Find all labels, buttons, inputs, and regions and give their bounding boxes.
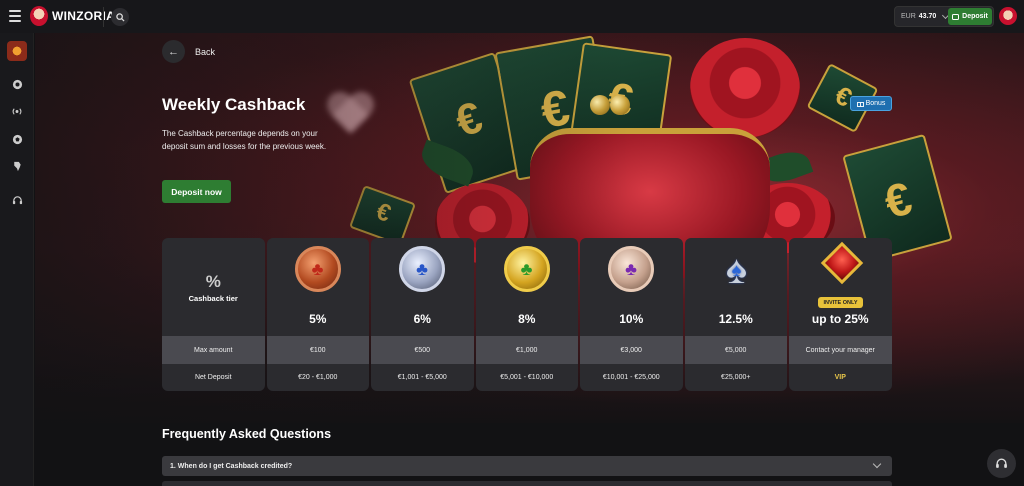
silver-coin-icon: ♣ [399,246,445,292]
headset-icon [996,458,1007,468]
chevron-down-icon [872,459,882,469]
currency-label: EUR [901,13,916,20]
rose-gold-coin-icon: ♣ [608,246,654,292]
net-deposit-label: Net Deposit [194,374,232,381]
tier-card: ♣ 8% €1,000 €5,001 - €10,000 [475,238,578,391]
bronze-coin-icon: ♣ [294,246,341,292]
sidebar-africa-icon[interactable] [11,161,23,173]
tier-card: ♣ 6% €500 €1,001 - €5,000 [371,238,474,391]
cashback-tiers-table: % Cashback tier Max amount Net Deposit ♣… [162,238,892,391]
tier-percent: 10% [619,312,644,326]
tier-max-amount: €1,000 [475,336,578,364]
tier-net-deposit: €25,000+ [721,374,751,381]
wallet-icon [952,13,960,20]
faq-item-number: 1. [170,462,176,470]
faq-title: Frequently Asked Questions [162,427,332,441]
back-button[interactable]: ← Back [162,40,215,63]
user-avatar[interactable] [999,7,1017,25]
page-description: The Cashback percentage depends on your … [162,129,327,151]
gold-coin-icon: ♣ [503,246,550,292]
invite-only-badge: INVITE ONLY [818,297,863,308]
tier-percent: up to 25% [811,312,869,326]
tier-card: ♣ 10% €3,000 €10,001 - €25,000 [580,238,683,391]
tier-max-amount: Contact your manager [789,336,892,364]
tier-percent: 12.5% [718,312,753,326]
header-deposit-label: Deposit [962,13,988,20]
spade-emblem-icon: ♠ ♠ [725,248,748,292]
sidebar-support-icon[interactable] [11,195,23,207]
bonus-badge[interactable]: Bonus [850,96,892,111]
back-label: Back [195,46,216,57]
brand-mascot-icon [30,6,48,26]
gift-icon [856,101,864,107]
sidebar [0,33,34,486]
brand-name: WINZORIA [52,9,116,23]
tier-net-deposit: €1,001 - €5,000 [397,374,447,381]
main-content: € € € € € € Bonus ← Back Weekly Cashback… [35,33,1024,486]
tier-net-deposit: €5,001 - €10,000 [500,374,554,381]
faq-item[interactable]: 1. When do I get Cashback credited? [162,456,892,476]
diamond-emblem-icon [820,241,864,285]
tier-net-deposit: €20 - €1,000 [298,374,338,381]
hamburger-menu-icon[interactable] [9,10,21,22]
top-bar: WINZORIA EUR 43.70 Deposit [0,0,1024,33]
bonus-badge-label: Bonus [865,100,886,107]
tier-max-amount: €500 [371,336,474,364]
tier-max-amount: €3,000 [580,336,683,364]
tier-net-deposit: VIP [834,374,846,381]
sidebar-chip-icon[interactable] [11,79,23,91]
tier-card-vip: INVITE ONLY up to 25% Contact your manag… [789,238,892,391]
faq-item-question: When do I get Cashback credited? [177,462,293,470]
tier-max-amount: €5,000 [684,336,787,364]
percent-icon: % [205,272,221,291]
header-deposit-button[interactable]: Deposit [948,8,992,25]
tier-header-label: Cashback tier [188,294,238,303]
live-support-button[interactable] [987,449,1016,478]
arrow-left-icon: ← [162,40,185,63]
deposit-now-button[interactable]: Deposit now [162,180,231,203]
tier-header-column: % Cashback tier Max amount Net Deposit [162,238,265,391]
max-amount-label: Max amount [162,336,265,364]
search-icon [115,12,125,22]
page-title: Weekly Cashback [162,95,306,114]
sidebar-sports-icon[interactable] [11,134,23,146]
tier-percent: 6% [413,312,431,326]
tier-percent: 5% [309,312,327,326]
tier-card: ♠ ♠ 12.5% €5,000 €25,000+ [684,238,787,391]
tier-percent: 8% [518,312,536,326]
tier-card: ♣ 5% €100 €20 - €1,000 [266,238,369,391]
sidebar-casino-icon[interactable] [7,41,27,61]
tier-net-deposit: €10,001 - €25,000 [602,374,660,381]
sidebar-live-icon[interactable] [11,106,23,118]
tier-max-amount: €100 [266,336,369,364]
header-divider [103,7,104,27]
balance-amount: 43.70 [918,13,937,20]
faq-item[interactable] [162,481,892,486]
search-button[interactable] [111,8,129,26]
